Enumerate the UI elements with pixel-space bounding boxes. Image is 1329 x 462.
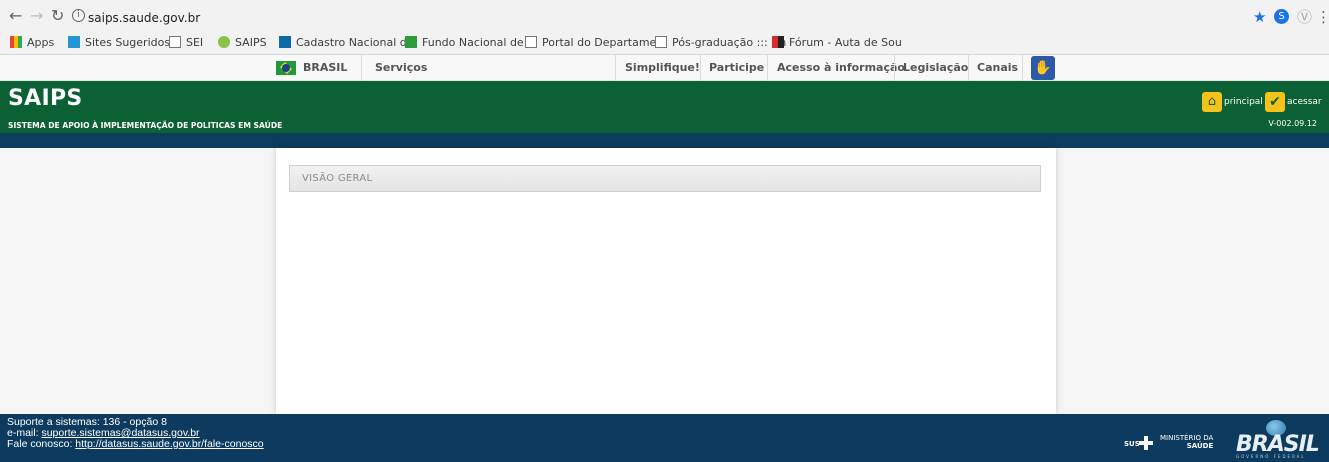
contact-line: Fale conosco: http://datasus.saude.gov.b… xyxy=(7,438,264,450)
divider xyxy=(361,55,362,81)
visao-geral-header: VISÃO GERAL xyxy=(289,165,1041,192)
bookmark-forum[interactable]: Fórum - Auta de Sou xyxy=(772,36,902,50)
ministerio-logo: MINISTÉRIO DA SAÚDE xyxy=(1160,434,1214,450)
divider xyxy=(615,55,616,81)
governo-federal-text: GOVERNO FEDERAL xyxy=(1236,454,1306,459)
legislacao-link[interactable]: Legislação xyxy=(903,61,968,74)
divider xyxy=(894,55,895,81)
simplifique-link[interactable]: Simplifique! xyxy=(625,61,700,74)
brazil-flag-icon xyxy=(276,61,296,75)
acessar-button[interactable]: ✔ acessar xyxy=(1265,92,1322,112)
page-icon xyxy=(525,36,537,48)
brasil-link[interactable]: BRASIL xyxy=(303,61,347,74)
url-text[interactable]: saips.saude.gov.br xyxy=(88,11,200,25)
version-label: V-002.09.12 xyxy=(1268,119,1317,128)
page-icon xyxy=(655,36,667,48)
page-icon xyxy=(169,36,181,48)
forum-icon xyxy=(772,36,784,48)
gov-bar: BRASIL Serviços Simplifique! Participe A… xyxy=(0,55,1329,81)
bing-icon xyxy=(68,36,80,48)
acesso-informacao-link[interactable]: Acesso à informação xyxy=(777,61,905,74)
address-bar: ← → ↻ i saips.saude.gov.br ★ S Ⓥ ⋮ xyxy=(0,3,1329,31)
reload-icon[interactable]: ↻ xyxy=(51,6,64,26)
bookmark-saips[interactable]: SAIPS xyxy=(218,36,267,50)
bookmark-sites-sugeridos[interactable]: Sites Sugeridos xyxy=(68,36,170,50)
menu-kebab-icon[interactable]: ⋮ xyxy=(1316,8,1329,26)
app-title[interactable]: SAIPS xyxy=(8,86,83,111)
footer: Suporte a sistemas: 136 - opção 8 e-mail… xyxy=(0,414,1329,462)
bookmarks-bar: Apps Sites Sugeridos SEI SAIPS Cadastro … xyxy=(0,31,1329,55)
divider xyxy=(700,55,701,81)
fundo-icon xyxy=(405,36,417,48)
divider xyxy=(1022,55,1023,81)
saips-icon xyxy=(218,36,230,48)
sus-cross-icon xyxy=(1139,436,1153,450)
principal-button[interactable]: ⌂ principal xyxy=(1202,92,1263,112)
screenshot: ← → ↻ i saips.saude.gov.br ★ S Ⓥ ⋮ Apps … xyxy=(0,0,1329,462)
sign-language-icon[interactable]: ✋ xyxy=(1031,56,1055,80)
extension-v-icon[interactable]: Ⓥ xyxy=(1297,8,1312,26)
contact-link[interactable]: http://datasus.saude.gov.br/fale-conosco xyxy=(75,438,263,450)
divider xyxy=(767,55,768,81)
sus-logo-text: SUS xyxy=(1124,440,1140,448)
forward-arrow-icon[interactable]: → xyxy=(30,6,43,26)
header-strip xyxy=(0,133,1329,148)
info-icon[interactable]: i xyxy=(72,9,85,22)
back-arrow-icon[interactable]: ← xyxy=(9,6,22,26)
canais-link[interactable]: Canais xyxy=(977,61,1018,74)
section-title: VISÃO GERAL xyxy=(302,173,373,184)
extension-s-icon[interactable]: S xyxy=(1274,9,1289,24)
bookmark-cadastro[interactable]: Cadastro Nacional d xyxy=(279,36,407,50)
participe-link[interactable]: Participe xyxy=(709,61,764,74)
app-subtitle: SISTEMA DE APOIO À IMPLEMENTAÇÃO DE POLI… xyxy=(8,121,283,130)
cadastro-icon xyxy=(279,36,291,48)
bookmark-pos-graduacao[interactable]: Pós-graduação ::: Un xyxy=(655,36,786,50)
checkmark-icon: ✔ xyxy=(1265,92,1285,112)
bookmark-apps[interactable]: Apps xyxy=(10,36,54,50)
star-icon[interactable]: ★ xyxy=(1253,8,1266,26)
apps-grid-icon xyxy=(10,36,22,48)
servicos-link[interactable]: Serviços xyxy=(375,61,427,74)
bookmark-portal[interactable]: Portal do Departame xyxy=(525,36,656,50)
home-icon: ⌂ xyxy=(1202,92,1222,112)
bookmark-fundo-nacional[interactable]: Fundo Nacional de S xyxy=(405,36,534,50)
bookmark-sei[interactable]: SEI xyxy=(169,36,203,50)
divider xyxy=(968,55,969,81)
